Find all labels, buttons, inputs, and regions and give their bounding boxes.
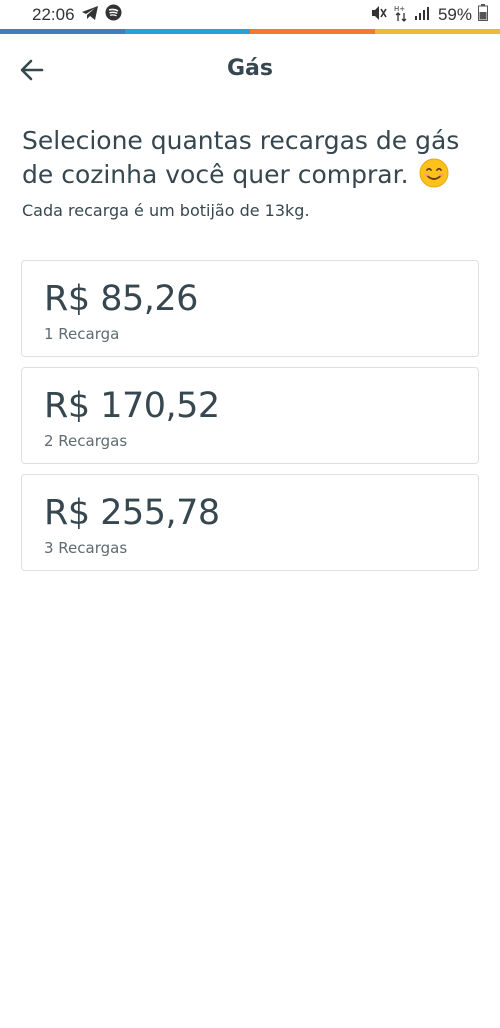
option-label: 3 Recargas [44,539,128,557]
spotify-icon [105,4,122,26]
telegram-icon [81,5,99,26]
option-price: R$ 255,78 [44,493,220,533]
option-price: R$ 170,52 [44,386,220,426]
clock: 22:06 [32,5,75,24]
stripe-segment [375,29,500,34]
smiling-face-emoji [419,158,449,188]
stripe-segment [125,29,250,34]
status-right: H+ 59% [370,4,488,27]
recharge-option-card[interactable]: R$ 255,78 3 Recargas [21,474,479,571]
page-title: Gás [227,56,273,81]
signal-icon [414,5,430,25]
instruction-heading: Selecione quantas recargas de gás de coz… [22,124,482,192]
stripe-segment [0,29,125,34]
status-bar: 22:06 H+ 59% [0,0,500,30]
instruction-heading-text: Selecione quantas recargas de gás de coz… [22,126,460,189]
brand-color-stripe [0,29,500,34]
status-left: 22:06 [32,4,122,26]
option-label: 1 Recarga [44,325,120,343]
option-label: 2 Recargas [44,432,128,450]
instruction-subheading: Cada recarga é um botijão de 13kg. [22,201,310,220]
svg-text:H+: H+ [394,5,405,13]
recharge-option-card[interactable]: R$ 170,52 2 Recargas [21,367,479,464]
option-price: R$ 85,26 [44,279,198,319]
recharge-options-list: R$ 85,26 1 Recarga R$ 170,52 2 Recargas … [21,260,479,581]
data-arrows-icon: H+ [394,4,408,27]
stripe-segment [250,29,375,34]
battery-icon [478,4,488,26]
recharge-option-card[interactable]: R$ 85,26 1 Recarga [21,260,479,357]
mute-icon [370,5,388,26]
battery-percent: 59% [437,5,472,24]
toolbar: Gás [0,40,500,102]
